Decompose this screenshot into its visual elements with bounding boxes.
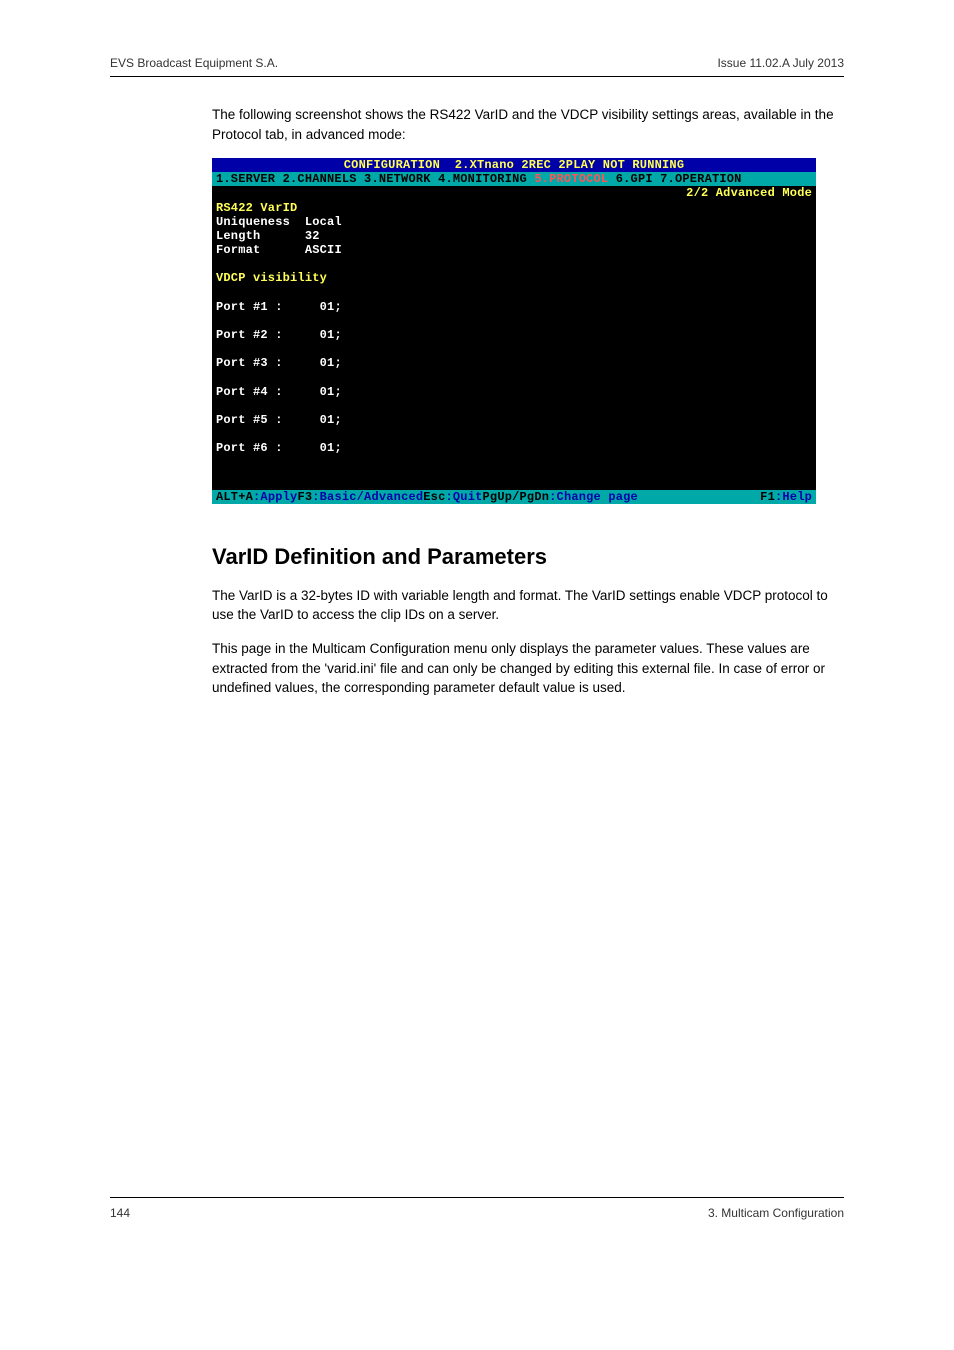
menu-gpi: 6.GPI (616, 172, 653, 186)
page-footer: 144 3. Multicam Configuration (110, 1197, 844, 1220)
blank-row (216, 399, 812, 413)
varid-format: Format ASCII (216, 243, 812, 257)
varid-uniqueness: Uniqueness Local (216, 215, 812, 229)
intro-text: The following screenshot shows the RS422… (212, 105, 844, 144)
terminal-screenshot: CONFIGURATION 2.XTnano 2REC 2PLAY NOT RU… (212, 158, 816, 504)
port-row: Port #1 : 01; (216, 300, 812, 314)
port-row: Port #2 : 01; (216, 328, 812, 342)
desc-basic-advanced: :Basic/Advanced (312, 490, 423, 504)
port-row: Port #3 : 01; (216, 356, 812, 370)
blank-row (216, 427, 812, 441)
key-pgup-pgdn: PgUp/PgDn (483, 490, 550, 504)
menu-protocol: 5.PROTOCOL (534, 172, 608, 186)
blank-row (216, 455, 812, 469)
port-row: Port #5 : 01; (216, 413, 812, 427)
blank-row (216, 286, 812, 300)
vdcp-visibility-header: VDCP visibility (216, 271, 812, 285)
blank-row (216, 342, 812, 356)
port-row: Port #4 : 01; (216, 385, 812, 399)
blank-row (216, 470, 812, 484)
rs422-varid-header: RS422 VarID (216, 201, 812, 215)
menu-server: 1.SERVER (216, 172, 275, 186)
varid-length: Length 32 (216, 229, 812, 243)
mode-indicator: 2/2 Advanced Mode (216, 186, 812, 200)
header-left: EVS Broadcast Equipment S.A. (110, 56, 278, 70)
blank-row (216, 370, 812, 384)
blank-row (216, 314, 812, 328)
terminal-menubar: 1.SERVER 2.CHANNELS 3.NETWORK 4.MONITORI… (212, 172, 816, 186)
header-right: Issue 11.02.A July 2013 (717, 56, 844, 70)
desc-help: :Help (775, 490, 812, 504)
menu-operation: 7.OPERATION (660, 172, 741, 186)
terminal-titlebar: CONFIGURATION 2.XTnano 2REC 2PLAY NOT RU… (212, 158, 816, 172)
desc-apply: :Apply (253, 490, 297, 504)
key-f1: F1 (760, 490, 775, 504)
paragraph-2: This page in the Multicam Configuration … (212, 639, 844, 698)
menu-network: 3.NETWORK (364, 172, 431, 186)
menu-channels: 2.CHANNELS (283, 172, 357, 186)
paragraph-1: The VarID is a 32-bytes ID with variable… (212, 586, 844, 625)
terminal-body: 2/2 Advanced Mode RS422 VarID Uniqueness… (212, 186, 816, 489)
blank-row (216, 257, 812, 271)
section-title: VarID Definition and Parameters (212, 544, 844, 570)
port-row: Port #6 : 01; (216, 441, 812, 455)
key-alt-a: ALT+A (216, 490, 253, 504)
footer-section: 3. Multicam Configuration (708, 1206, 844, 1220)
desc-change-page: :Change page (549, 490, 638, 504)
desc-quit: :Quit (446, 490, 483, 504)
key-esc: Esc (423, 490, 445, 504)
page: EVS Broadcast Equipment S.A. Issue 11.02… (0, 0, 954, 1260)
key-f3: F3 (297, 490, 312, 504)
terminal-statusbar: ALT+A:Apply F3:Basic/Advanced Esc:Quit P… (212, 490, 816, 504)
page-number: 144 (110, 1206, 130, 1220)
page-header: EVS Broadcast Equipment S.A. Issue 11.02… (110, 56, 844, 77)
menu-monitoring: 4.MONITORING (438, 172, 527, 186)
